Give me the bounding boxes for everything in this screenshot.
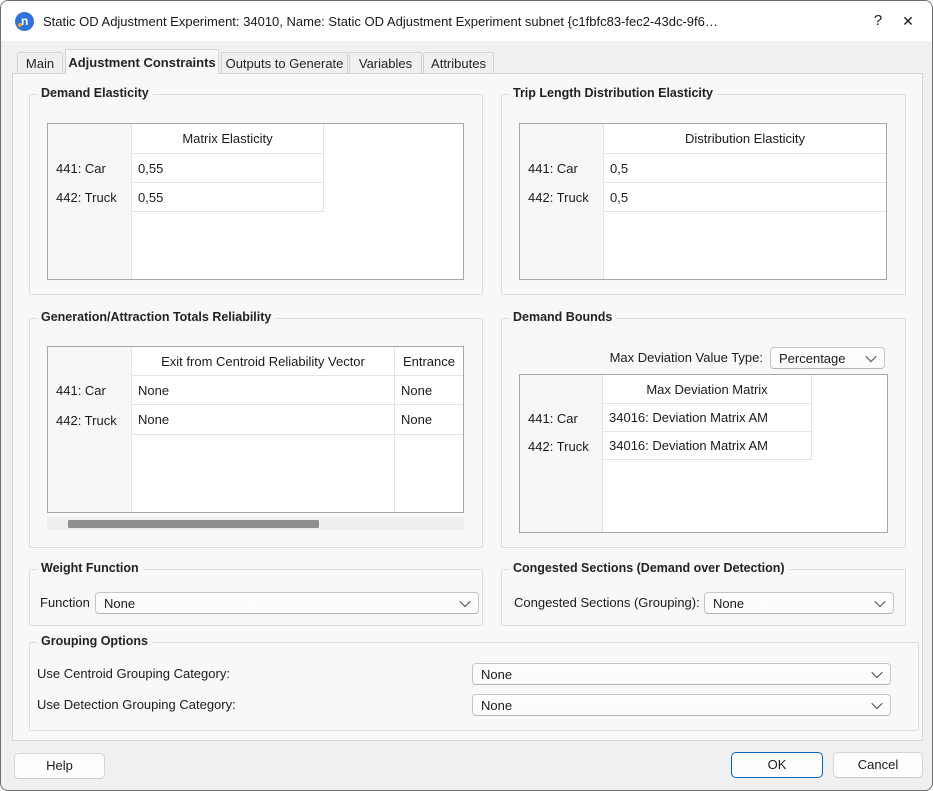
table-blank <box>324 183 463 212</box>
table-corner <box>520 124 604 154</box>
function-select[interactable]: None <box>95 592 479 614</box>
cell-entrance-reliability-truck[interactable]: None <box>395 405 463 435</box>
cell-exit-reliability-car[interactable]: None <box>132 376 395 405</box>
use-detection-grouping-category-select[interactable]: None <box>472 694 891 716</box>
group-title: Generation/Attraction Totals Reliability <box>37 310 275 324</box>
combo-value: None <box>481 667 867 682</box>
cell-entrance-reliability-car[interactable]: None <box>395 376 463 405</box>
logo-letter: n <box>21 14 28 28</box>
table-blank <box>812 460 887 532</box>
combo-value: None <box>481 698 867 713</box>
demand-elasticity-table: Matrix Elasticity 441: Car 0,55 442: Tru… <box>47 123 464 280</box>
table-blank <box>812 375 887 404</box>
row-header-441-car: 441: Car <box>520 154 604 183</box>
help-button[interactable]: Help <box>14 753 105 779</box>
table-corner <box>48 347 132 376</box>
table-blank <box>48 435 132 512</box>
tab-variables[interactable]: Variables <box>349 52 422 73</box>
tab-adjustment-constraints[interactable]: Adjustment Constraints <box>65 49 219 74</box>
table-corner <box>520 375 603 404</box>
chevron-down-icon <box>871 667 882 678</box>
table-blank <box>324 212 463 279</box>
table-blank <box>812 432 887 460</box>
table-blank <box>324 154 463 183</box>
row-header-442-truck: 442: Truck <box>48 405 132 435</box>
cell-matrix-elasticity-truck[interactable]: 0,55 <box>132 183 324 212</box>
column-header-entrance-reliability: Entrance <box>395 347 463 376</box>
use-centroid-grouping-category-label: Use Centroid Grouping Category: <box>37 663 230 685</box>
table-blank <box>132 212 324 279</box>
generation-attraction-table: Exit from Centroid Reliability Vector En… <box>47 346 464 513</box>
horizontal-scrollbar[interactable] <box>47 517 464 530</box>
cell-distribution-elasticity-truck[interactable]: 0,5 <box>604 183 886 212</box>
table-blank <box>812 404 887 432</box>
chevron-down-icon <box>459 596 470 607</box>
column-header-matrix-elasticity: Matrix Elasticity <box>132 124 324 154</box>
close-icon[interactable]: ✕ <box>892 1 924 41</box>
combo-value: Percentage <box>779 351 861 366</box>
group-title: Grouping Options <box>37 634 152 648</box>
column-header-distribution-elasticity: Distribution Elasticity <box>604 124 886 154</box>
use-detection-grouping-category-label: Use Detection Grouping Category: <box>37 694 236 716</box>
group-title: Congested Sections (Demand over Detectio… <box>509 561 789 575</box>
table-blank <box>604 212 886 279</box>
ok-button[interactable]: OK <box>731 752 823 778</box>
chevron-down-icon <box>874 596 885 607</box>
row-header-441-car: 441: Car <box>48 376 132 405</box>
table-blank <box>48 212 132 279</box>
group-title: Weight Function <box>37 561 143 575</box>
title-bar: n Static OD Adjustment Experiment: 34010… <box>1 1 932 41</box>
row-header-442-truck: 442: Truck <box>48 183 132 212</box>
max-deviation-value-type-label: Max Deviation Value Type: <box>519 347 763 369</box>
cell-exit-reliability-truck[interactable]: None <box>132 405 395 435</box>
group-title: Trip Length Distribution Elasticity <box>509 86 717 100</box>
max-deviation-value-type-select[interactable]: Percentage <box>770 347 885 369</box>
row-header-442-truck: 442: Truck <box>520 183 604 212</box>
group-title: Demand Elasticity <box>37 86 153 100</box>
column-header-max-deviation-matrix: Max Deviation Matrix <box>603 375 812 404</box>
cell-distribution-elasticity-car[interactable]: 0,5 <box>604 154 886 183</box>
table-blank <box>520 460 603 532</box>
row-header-442-truck: 442: Truck <box>520 432 603 460</box>
use-centroid-grouping-category-select[interactable]: None <box>472 663 891 685</box>
window-title: Static OD Adjustment Experiment: 34010, … <box>43 14 864 29</box>
chevron-down-icon <box>865 351 876 362</box>
titlebar-help-button[interactable]: ? <box>864 1 892 41</box>
cell-max-deviation-car[interactable]: 34016: Deviation Matrix AM <box>603 404 812 432</box>
app-logo-icon: n <box>15 12 34 31</box>
function-label: Function <box>40 592 90 614</box>
combo-value: None <box>713 596 870 611</box>
tab-main[interactable]: Main <box>17 52 63 73</box>
dialog-window: n Static OD Adjustment Experiment: 34010… <box>0 0 933 791</box>
column-header-exit-reliability: Exit from Centroid Reliability Vector <box>132 347 395 376</box>
table-blank <box>520 212 604 279</box>
combo-value: None <box>104 596 455 611</box>
table-blank <box>132 435 395 512</box>
group-title: Demand Bounds <box>509 310 616 324</box>
cell-matrix-elasticity-car[interactable]: 0,55 <box>132 154 324 183</box>
tab-attributes[interactable]: Attributes <box>423 52 494 73</box>
demand-bounds-table: Max Deviation Matrix 441: Car 34016: Dev… <box>519 374 888 533</box>
congested-sections-grouping-label: Congested Sections (Grouping): <box>514 592 700 614</box>
row-header-441-car: 441: Car <box>520 404 603 432</box>
congested-sections-grouping-select[interactable]: None <box>704 592 894 614</box>
trip-length-table: Distribution Elasticity 441: Car 0,5 442… <box>519 123 887 280</box>
group-grouping-options: Grouping Options <box>29 642 919 731</box>
cell-max-deviation-truck[interactable]: 34016: Deviation Matrix AM <box>603 432 812 460</box>
table-blank <box>395 435 463 512</box>
row-header-441-car: 441: Car <box>48 154 132 183</box>
chevron-down-icon <box>871 698 882 709</box>
tab-outputs-to-generate[interactable]: Outputs to Generate <box>221 52 348 73</box>
cancel-button[interactable]: Cancel <box>833 752 923 778</box>
table-corner <box>48 124 132 154</box>
table-blank <box>603 460 812 532</box>
scrollbar-thumb[interactable] <box>68 520 319 528</box>
table-blank <box>324 124 463 154</box>
